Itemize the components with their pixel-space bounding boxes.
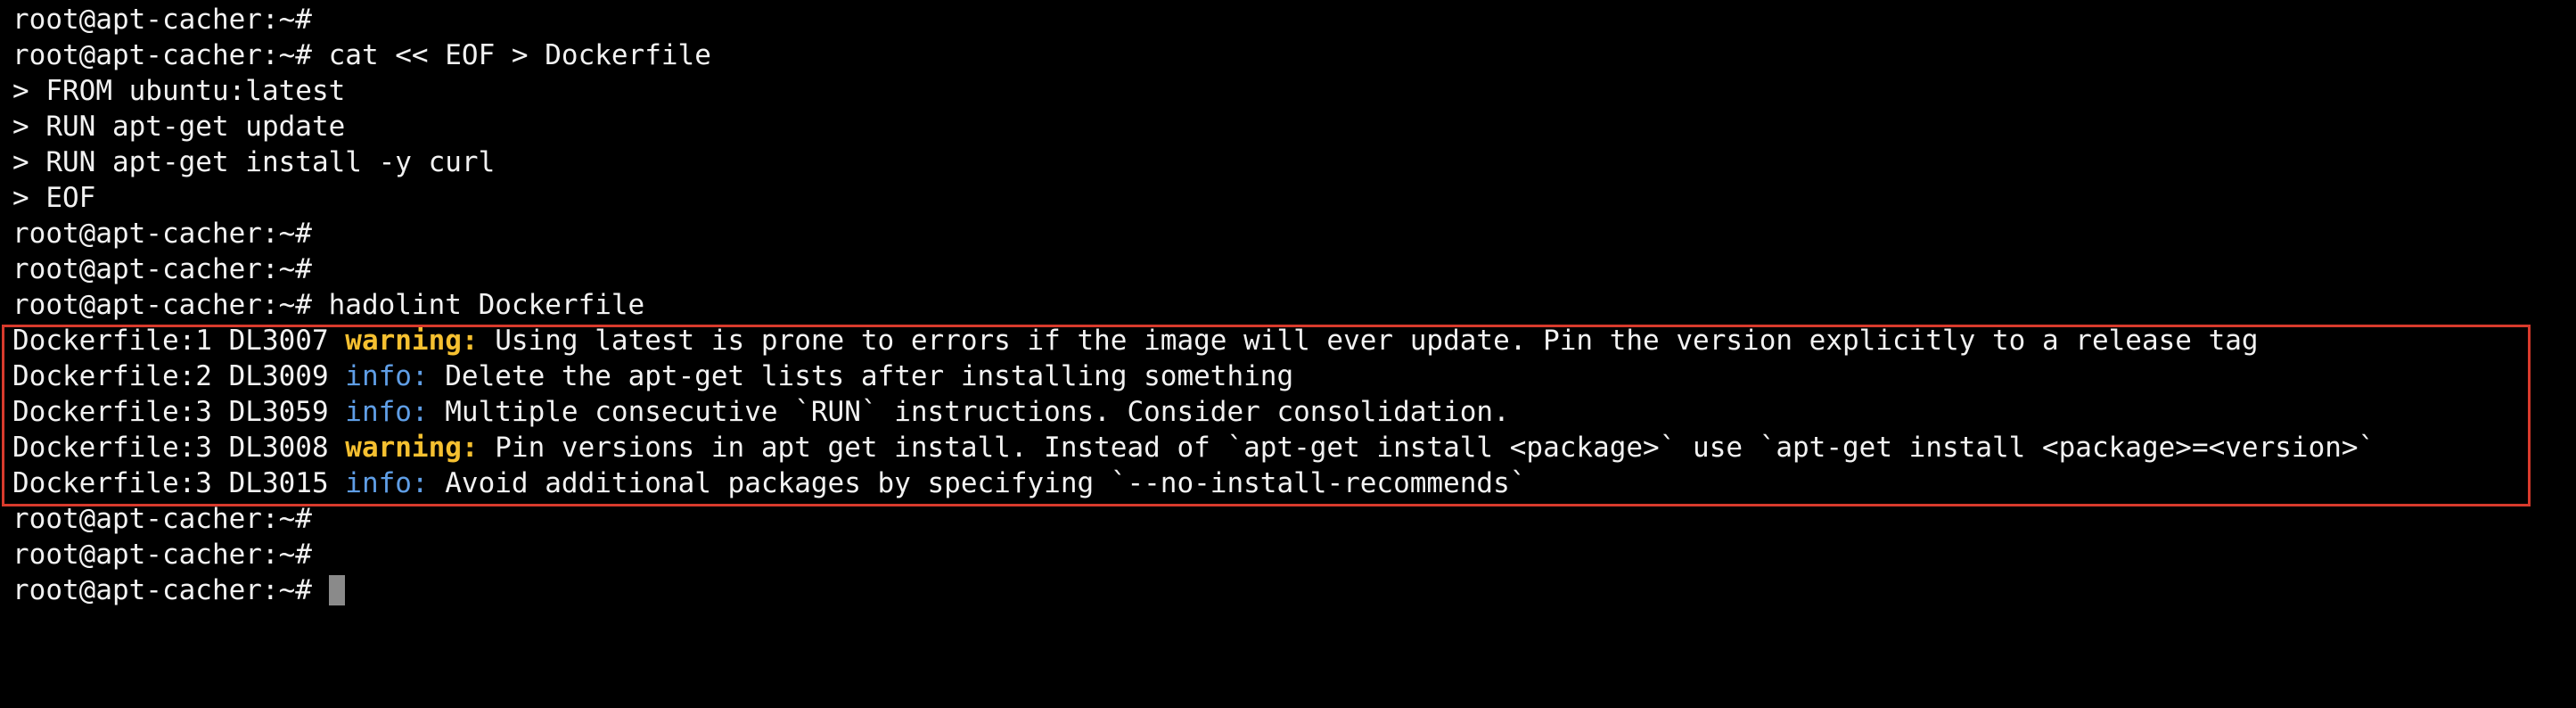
terminal-line: > EOF [12, 180, 2576, 216]
terminal-line: > RUN apt-get update [12, 109, 2576, 144]
terminal-line: root@apt-cacher:~# [12, 216, 2576, 251]
heredoc-text: > RUN apt-get install -y curl [12, 146, 496, 178]
heredoc-text: > RUN apt-get update [12, 111, 346, 143]
lint-location: Dockerfile:3 DL3008 [12, 432, 346, 464]
lint-message: Pin versions in apt get install. Instead… [478, 432, 2375, 464]
shell-prompt: root@apt-cacher:~# [12, 289, 312, 321]
lint-message: Avoid additional packages by specifying … [428, 467, 1527, 499]
shell-prompt: root@apt-cacher:~# [12, 503, 312, 535]
lint-level-info: info: [345, 467, 429, 499]
lint-location: Dockerfile:3 DL3059 [12, 396, 346, 428]
lint-message: Using latest is prone to errors if the i… [478, 325, 2259, 357]
lint-level-info: info: [345, 396, 429, 428]
terminal-trailing-prompts: root@apt-cacher:~# root@apt-cacher:~# root… [12, 501, 2576, 608]
heredoc-text: > FROM ubuntu:latest [12, 75, 346, 107]
lint-message: Delete the apt-get lists after installin… [428, 360, 1294, 392]
lint-location: Dockerfile:2 DL3009 [12, 360, 346, 392]
shell-prompt: root@apt-cacher:~# [12, 253, 312, 285]
hadolint-output: Dockerfile:1 DL3007 warning: Using lates… [12, 323, 2576, 501]
terminal-line: root@apt-cacher:~# [12, 501, 2576, 537]
command-text [312, 574, 329, 606]
lint-result-row: Dockerfile:3 DL3059 info: Multiple conse… [12, 394, 2576, 430]
terminal-line: root@apt-cacher:~# [12, 251, 2576, 287]
lint-location: Dockerfile:3 DL3015 [12, 467, 346, 499]
command-text: hadolint Dockerfile [311, 289, 645, 321]
shell-prompt: root@apt-cacher:~# [12, 218, 312, 250]
terminal-line: root@apt-cacher:~# cat << EOF > Dockerfi… [12, 37, 2576, 73]
heredoc-text: > EOF [12, 182, 96, 214]
command-text: cat << EOF > Dockerfile [311, 39, 711, 71]
shell-prompt: root@apt-cacher:~# [12, 39, 312, 71]
lint-level-warning: warning: [345, 325, 479, 357]
lint-location: Dockerfile:1 DL3007 [12, 325, 346, 357]
lint-result-row: Dockerfile:3 DL3015 info: Avoid addition… [12, 465, 2576, 501]
shell-prompt: root@apt-cacher:~# [12, 4, 312, 36]
lint-result-row: Dockerfile:1 DL3007 warning: Using lates… [12, 323, 2576, 358]
terminal-line: root@apt-cacher:~# [12, 2, 2576, 37]
terminal-window[interactable]: root@apt-cacher:~# root@apt-cacher:~# cat… [12, 2, 2576, 708]
terminal-line: root@apt-cacher:~# [12, 572, 2576, 608]
terminal-session-output: root@apt-cacher:~# root@apt-cacher:~# cat… [12, 2, 2576, 323]
terminal-line: > FROM ubuntu:latest [12, 73, 2576, 109]
shell-prompt: root@apt-cacher:~# [12, 574, 312, 606]
shell-prompt: root@apt-cacher:~# [12, 539, 312, 571]
terminal-line: root@apt-cacher:~# [12, 537, 2576, 572]
text-cursor[interactable] [328, 574, 345, 605]
lint-message: Multiple consecutive `RUN` instructions.… [428, 396, 1510, 428]
lint-result-row: Dockerfile:2 DL3009 info: Delete the apt… [12, 358, 2576, 394]
terminal-line: root@apt-cacher:~# hadolint Dockerfile [12, 287, 2576, 323]
lint-level-warning: warning: [345, 432, 479, 464]
terminal-line: > RUN apt-get install -y curl [12, 144, 2576, 180]
lint-result-row: Dockerfile:3 DL3008 warning: Pin version… [12, 430, 2576, 465]
lint-level-info: info: [345, 360, 429, 392]
